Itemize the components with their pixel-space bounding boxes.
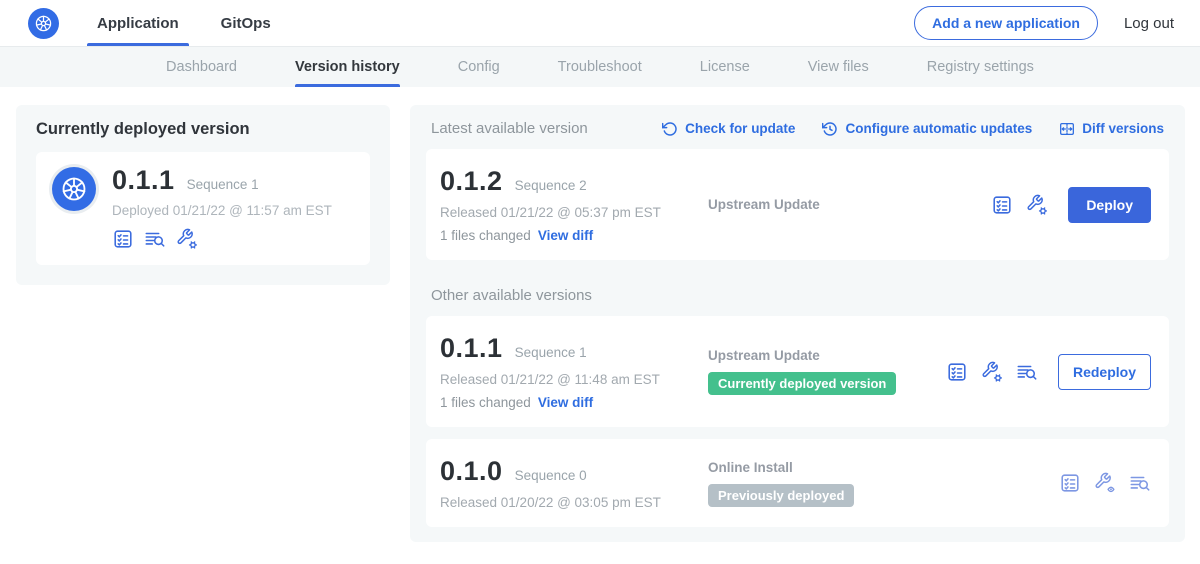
deployed-timestamp: Deployed 01/21/22 @ 11:57 am EST <box>112 203 332 218</box>
config-icon[interactable] <box>981 361 1003 383</box>
deployed-sequence: Sequence 1 <box>187 177 259 192</box>
version-released: Released 01/20/22 @ 03:05 pm EST <box>440 495 708 510</box>
version-source: Upstream Update <box>708 348 946 363</box>
version-sequence: Sequence 1 <box>515 345 587 360</box>
check-for-update-link[interactable]: Check for update <box>662 121 795 137</box>
redeploy-button[interactable]: Redeploy <box>1058 354 1151 390</box>
add-application-button[interactable]: Add a new application <box>914 6 1098 40</box>
release-notes-icon[interactable] <box>1059 472 1081 494</box>
subnav-tab-dashboard[interactable]: Dashboard <box>166 47 237 87</box>
diff-versions-label: Diff versions <box>1082 121 1164 136</box>
configure-automatic-updates-link[interactable]: Configure automatic updates <box>822 121 1032 137</box>
config-icon[interactable] <box>1026 194 1048 216</box>
deploy-logs-icon[interactable] <box>144 228 166 250</box>
subnav-tab-version-history[interactable]: Version history <box>295 47 400 87</box>
previously-deployed-badge: Previously deployed <box>708 484 854 507</box>
version-released: Released 01/21/22 @ 11:48 am EST <box>440 372 708 387</box>
version-sequence: Sequence 0 <box>515 468 587 483</box>
deployed-version-number: 0.1.1 <box>112 165 175 196</box>
version-sequence: Sequence 2 <box>515 178 587 193</box>
version-number: 0.1.2 <box>440 166 503 197</box>
version-source: Upstream Update <box>708 197 991 212</box>
latest-available-title: Latest available version <box>431 120 588 137</box>
tab-application[interactable]: Application <box>97 0 179 46</box>
version-row-0-1-2: 0.1.2 Sequence 2 Released 01/21/22 @ 05:… <box>426 149 1169 260</box>
subnav: Dashboard Version history Config Trouble… <box>0 47 1200 87</box>
deploy-logs-icon[interactable] <box>1129 472 1151 494</box>
preflight-view-icon[interactable] <box>1094 472 1116 494</box>
release-notes-icon[interactable] <box>991 194 1013 216</box>
kubernetes-logo <box>28 8 59 39</box>
deploy-logs-icon[interactable] <box>1016 361 1038 383</box>
configure-automatic-updates-label: Configure automatic updates <box>845 121 1032 136</box>
version-source: Online Install <box>708 460 1059 475</box>
view-diff-link[interactable]: View diff <box>538 228 593 243</box>
top-nav: Application GitOps <box>97 0 271 46</box>
diff-icon <box>1059 121 1075 137</box>
subnav-tab-view-files[interactable]: View files <box>808 47 869 87</box>
currently-deployed-version: 0.1.1 Sequence 1 Deployed 01/21/22 @ 11:… <box>36 152 370 265</box>
refresh-icon <box>662 121 678 137</box>
currently-deployed-title: Currently deployed version <box>36 120 370 139</box>
check-for-update-label: Check for update <box>685 121 795 136</box>
subnav-tab-troubleshoot[interactable]: Troubleshoot <box>558 47 642 87</box>
currently-deployed-badge: Currently deployed version <box>708 372 896 395</box>
diff-versions-link[interactable]: Diff versions <box>1059 121 1164 137</box>
version-released: Released 01/21/22 @ 05:37 pm EST <box>440 205 708 220</box>
version-number: 0.1.1 <box>440 333 503 364</box>
version-number: 0.1.0 <box>440 456 503 487</box>
release-notes-icon[interactable] <box>112 228 134 250</box>
version-row-0-1-0: 0.1.0 Sequence 0 Released 01/20/22 @ 03:… <box>426 439 1169 527</box>
version-row-0-1-1: 0.1.1 Sequence 1 Released 01/21/22 @ 11:… <box>426 316 1169 427</box>
top-header: Application GitOps Add a new application… <box>0 0 1200 47</box>
auto-update-icon <box>822 121 838 137</box>
currently-deployed-card: Currently deployed version 0.1.1 Sequen <box>16 105 390 285</box>
view-diff-link[interactable]: View diff <box>538 395 593 410</box>
subnav-tab-registry-settings[interactable]: Registry settings <box>927 47 1034 87</box>
files-changed: 1 files changed <box>440 395 531 410</box>
main-content: Currently deployed version 0.1.1 Sequen <box>0 87 1200 542</box>
subnav-tab-license[interactable]: License <box>700 47 750 87</box>
app-logo <box>52 167 96 211</box>
version-history-panel: Latest available version Check for updat… <box>410 105 1185 542</box>
logout-button[interactable]: Log out <box>1124 15 1174 32</box>
subnav-tab-config[interactable]: Config <box>458 47 500 87</box>
files-changed: 1 files changed <box>440 228 531 243</box>
release-notes-icon[interactable] <box>946 361 968 383</box>
tab-gitops[interactable]: GitOps <box>221 0 271 46</box>
config-icon[interactable] <box>176 228 198 250</box>
other-available-title: Other available versions <box>431 287 1164 304</box>
deploy-button[interactable]: Deploy <box>1068 187 1151 223</box>
